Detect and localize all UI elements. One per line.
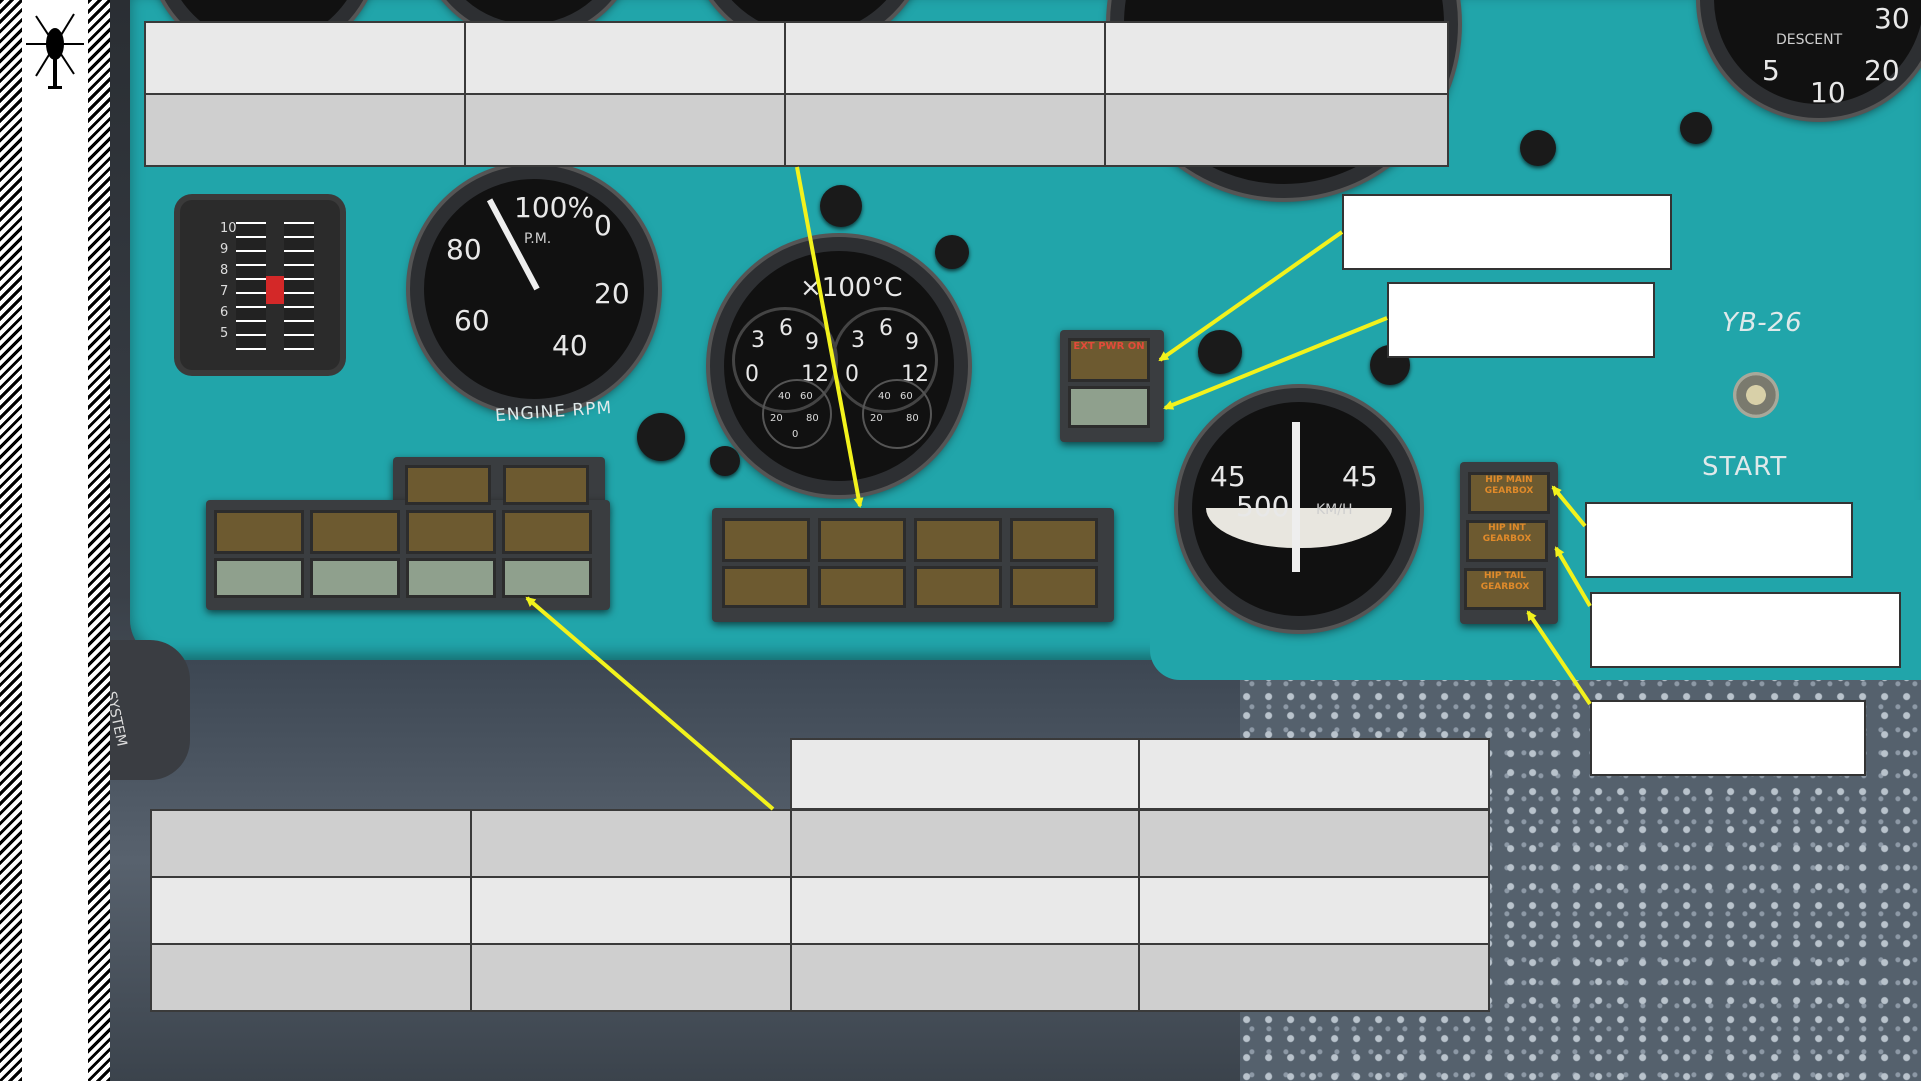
arrow-main-gearbox [1551, 485, 1587, 528]
arrow-left-lamps [525, 596, 775, 811]
arrow-ext-pwr [1158, 230, 1344, 362]
arrow-tail-gearbox [1526, 610, 1592, 706]
arrow-int-gearbox [1554, 546, 1592, 608]
callout-arrows [525, 166, 1592, 811]
arrow-center-lamps [795, 166, 864, 508]
